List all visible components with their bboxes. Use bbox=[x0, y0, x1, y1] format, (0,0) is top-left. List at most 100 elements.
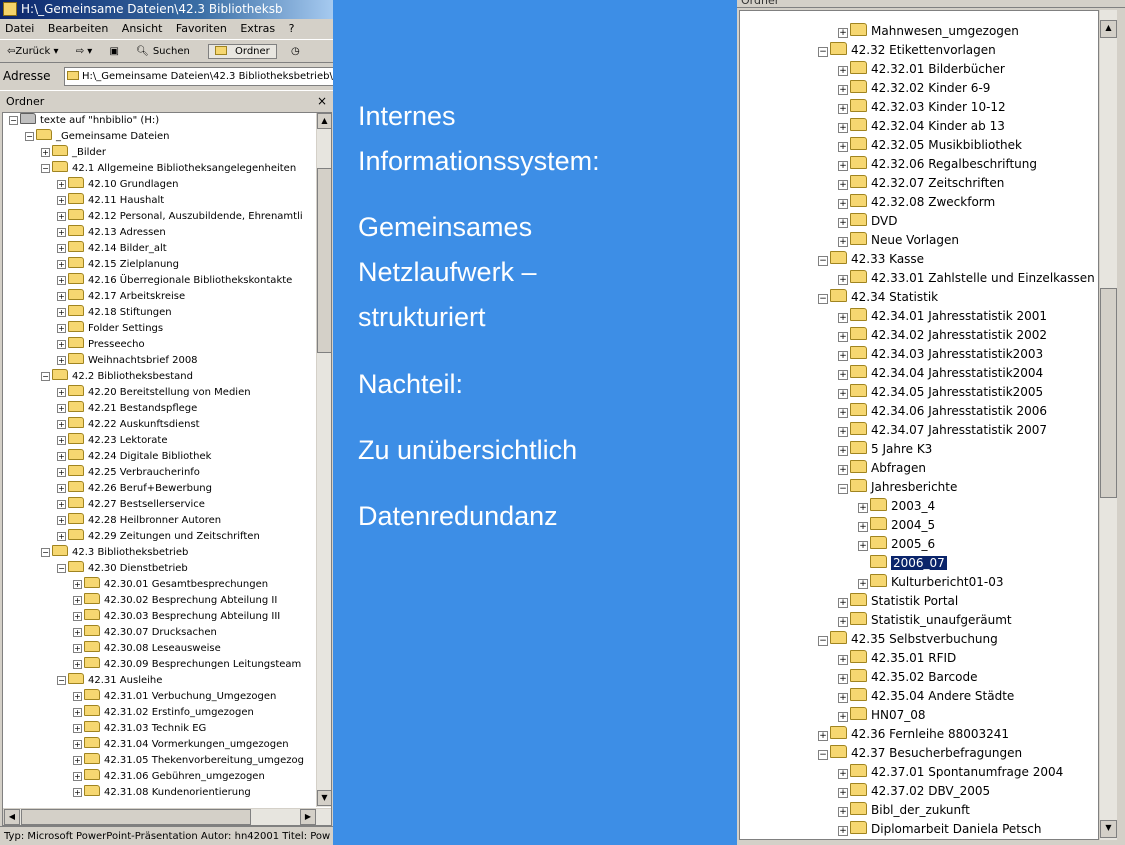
tree-item[interactable]: + HN07_08 bbox=[838, 706, 926, 725]
collapse-icon[interactable]: − bbox=[57, 676, 66, 685]
folders-button[interactable]: Ordner bbox=[208, 44, 277, 59]
tree-item[interactable]: +42.16 Überregionale Bibliothekskontakte bbox=[57, 273, 292, 289]
tree-item[interactable]: +2005_6 bbox=[858, 535, 935, 554]
tree-item[interactable]: +42.31.04 Vormerkungen_umgezogen bbox=[73, 737, 289, 753]
scroll-left-icon[interactable]: ◀ bbox=[4, 809, 20, 825]
tree-item[interactable]: +42.34.02 Jahresstatistik 2002 bbox=[838, 326, 1047, 345]
expand-icon[interactable]: + bbox=[57, 388, 66, 397]
expand-icon[interactable]: + bbox=[57, 260, 66, 269]
menu-bearbeiten[interactable]: Bearbeiten bbox=[48, 22, 108, 35]
collapse-icon[interactable]: − bbox=[818, 47, 828, 57]
expand-icon[interactable]: + bbox=[838, 370, 848, 380]
tree-item[interactable]: +42.34.05 Jahresstatistik2005 bbox=[838, 383, 1043, 402]
folder-tree-left[interactable]: − texte auf "hnbiblio" (H:) − _Gemeinsame D… bbox=[2, 112, 332, 826]
expand-icon[interactable]: + bbox=[838, 85, 848, 95]
tree-item[interactable]: +42.30.03 Besprechung Abteilung III bbox=[73, 609, 280, 625]
tree-item[interactable]: + Folder Settings bbox=[57, 321, 163, 337]
expand-icon[interactable]: + bbox=[73, 660, 82, 669]
expand-icon[interactable]: + bbox=[57, 212, 66, 221]
tree-item[interactable]: + _Bilder bbox=[41, 145, 106, 161]
expand-icon[interactable]: + bbox=[57, 500, 66, 509]
expand-icon[interactable]: + bbox=[858, 522, 868, 532]
tree-item[interactable]: − 42.2 Bibliotheksbestand bbox=[41, 369, 193, 385]
expand-icon[interactable]: + bbox=[838, 332, 848, 342]
tree-item[interactable]: +42.23 Lektorate bbox=[57, 433, 168, 449]
up-folder-icon[interactable]: ▣ bbox=[106, 44, 121, 59]
tree-item[interactable]: +42.30.02 Besprechung Abteilung II bbox=[73, 593, 277, 609]
tree-item[interactable]: +42.18 Stiftungen bbox=[57, 305, 172, 321]
expand-icon[interactable]: + bbox=[838, 142, 848, 152]
tree-item[interactable]: − _Gemeinsame Dateien bbox=[25, 129, 170, 145]
tree-item[interactable]: + Statistik Portal bbox=[838, 592, 958, 611]
expand-icon[interactable]: + bbox=[838, 218, 848, 228]
forward-button[interactable]: ⇨ ▾ bbox=[73, 44, 96, 59]
tree-item[interactable]: − 42.34 Statistik bbox=[818, 288, 938, 307]
tree-item[interactable]: + Neue Vorlagen bbox=[838, 231, 959, 250]
expand-icon[interactable]: + bbox=[838, 199, 848, 209]
expand-icon[interactable]: + bbox=[838, 408, 848, 418]
folder-tree-right[interactable]: + Mahnwesen_umgezogen − 42.32 Etikettenvorl… bbox=[739, 10, 1099, 840]
expand-icon[interactable]: + bbox=[838, 28, 848, 38]
expand-icon[interactable]: + bbox=[838, 446, 848, 456]
scroll-down-icon[interactable]: ▼ bbox=[1100, 820, 1117, 838]
expand-icon[interactable]: + bbox=[73, 740, 82, 749]
tree-item[interactable]: +42.17 Arbeitskreise bbox=[57, 289, 185, 305]
tree-item[interactable]: + Mahnwesen_umgezogen bbox=[838, 22, 1019, 41]
horizontal-scrollbar[interactable]: ◀ ▶ bbox=[3, 808, 331, 825]
scroll-up-icon[interactable]: ▲ bbox=[317, 113, 331, 129]
expand-icon[interactable]: + bbox=[73, 612, 82, 621]
expand-icon[interactable]: + bbox=[73, 772, 82, 781]
tree-item[interactable]: +42.22 Auskunftsdienst bbox=[57, 417, 200, 433]
expand-icon[interactable]: + bbox=[57, 404, 66, 413]
expand-icon[interactable]: + bbox=[838, 693, 848, 703]
expand-icon[interactable]: + bbox=[57, 468, 66, 477]
expand-icon[interactable]: + bbox=[838, 275, 848, 285]
tree-item[interactable]: + Statistik_unaufgeräumt bbox=[838, 611, 1012, 630]
tree-item[interactable]: +42.32.07 Zeitschriften bbox=[838, 174, 1004, 193]
tree-item[interactable]: + Diplomarbeit Daniela Petsch bbox=[838, 820, 1041, 839]
expand-icon[interactable]: + bbox=[838, 655, 848, 665]
expand-icon[interactable]: + bbox=[73, 580, 82, 589]
expand-icon[interactable]: + bbox=[73, 708, 82, 717]
tree-item[interactable]: +42.35.01 RFID bbox=[838, 649, 956, 668]
vertical-scrollbar[interactable]: ▲ ▼ bbox=[316, 113, 331, 807]
tree-item[interactable]: +42.13 Adressen bbox=[57, 225, 166, 241]
tree-item[interactable]: +42.29 Zeitungen und Zeitschriften bbox=[57, 529, 260, 545]
tree-item[interactable]: +42.27 Bestsellerservice bbox=[57, 497, 205, 513]
collapse-icon[interactable]: − bbox=[41, 372, 50, 381]
tree-item[interactable]: +42.34.06 Jahresstatistik 2006 bbox=[838, 402, 1047, 421]
expand-icon[interactable]: + bbox=[57, 292, 66, 301]
expand-icon[interactable]: + bbox=[73, 644, 82, 653]
expand-icon[interactable]: + bbox=[57, 308, 66, 317]
expand-icon[interactable]: + bbox=[838, 674, 848, 684]
expand-icon[interactable]: + bbox=[838, 104, 848, 114]
expand-icon[interactable]: + bbox=[838, 769, 848, 779]
tree-item[interactable]: − 42.35 Selbstverbuchung bbox=[818, 630, 998, 649]
tree-item[interactable]: +42.30.08 Leseausweise bbox=[73, 641, 221, 657]
tree-item[interactable]: + Abfragen bbox=[838, 459, 926, 478]
tree-item[interactable]: +42.30.09 Besprechungen Leitungsteam bbox=[73, 657, 301, 673]
expand-icon[interactable]: + bbox=[73, 724, 82, 733]
expand-icon[interactable]: + bbox=[57, 228, 66, 237]
tree-item[interactable]: − Jahresberichte bbox=[838, 478, 957, 497]
expand-icon[interactable]: + bbox=[57, 340, 66, 349]
expand-icon[interactable]: + bbox=[838, 788, 848, 798]
tree-item[interactable]: +42.35.02 Barcode bbox=[838, 668, 977, 687]
tree-item[interactable]: +42.21 Bestandspflege bbox=[57, 401, 197, 417]
tree-item[interactable]: +42.10 Grundlagen bbox=[57, 177, 178, 193]
tree-item[interactable]: +42.31.02 Erstinfo_umgezogen bbox=[73, 705, 254, 721]
tree-item[interactable]: +42.32.05 Musikbibliothek bbox=[838, 136, 1022, 155]
expand-icon[interactable]: + bbox=[57, 420, 66, 429]
expand-icon[interactable]: + bbox=[57, 180, 66, 189]
tree-item[interactable]: +42.32.04 Kinder ab 13 bbox=[838, 117, 1005, 136]
tree-item[interactable]: +42.12 Personal, Auszubildende, Ehrenamt… bbox=[57, 209, 303, 225]
expand-icon[interactable]: + bbox=[838, 807, 848, 817]
expand-icon[interactable]: + bbox=[838, 161, 848, 171]
scroll-thumb[interactable] bbox=[317, 168, 331, 353]
expand-icon[interactable]: + bbox=[838, 313, 848, 323]
expand-icon[interactable]: + bbox=[73, 692, 82, 701]
expand-icon[interactable]: + bbox=[858, 503, 868, 513]
tree-item[interactable]: + Presseecho bbox=[57, 337, 145, 353]
tree-item[interactable]: +42.20 Bereitstellung von Medien bbox=[57, 385, 251, 401]
history-icon[interactable]: ◷ bbox=[288, 44, 303, 59]
